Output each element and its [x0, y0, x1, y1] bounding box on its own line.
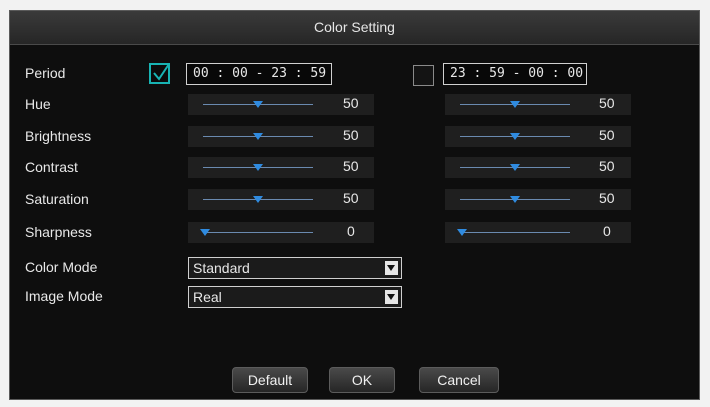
color-mode-value: Standard: [193, 260, 250, 276]
slider-thumb[interactable]: [457, 229, 467, 236]
period2-sharpness-value: 0: [603, 223, 611, 239]
image-mode-value: Real: [193, 289, 222, 305]
period2-saturation-slider[interactable]: 50: [445, 189, 631, 210]
slider-thumb[interactable]: [510, 164, 520, 171]
period2-hue-value: 50: [599, 95, 615, 111]
color-setting-dialog: Color Setting Period Hue Brightness Cont…: [9, 10, 700, 400]
slider-thumb[interactable]: [200, 229, 210, 236]
period2-sharpness-slider[interactable]: 0: [445, 222, 631, 243]
period2-saturation-value: 50: [599, 190, 615, 206]
chevron-down-icon[interactable]: [385, 261, 398, 275]
period2-hue-slider[interactable]: 50: [445, 94, 631, 115]
period1-brightness-slider[interactable]: 50: [188, 126, 374, 147]
slider-thumb[interactable]: [253, 196, 263, 203]
label-saturation: Saturation: [25, 191, 89, 207]
period1-time-input[interactable]: 00 : 00 - 23 : 59: [186, 63, 332, 85]
dialog-title: Color Setting: [10, 11, 699, 45]
label-contrast: Contrast: [25, 159, 78, 175]
period2-time-input[interactable]: 23 : 59 - 00 : 00: [443, 63, 587, 85]
slider-thumb[interactable]: [253, 133, 263, 140]
period2-contrast-slider[interactable]: 50: [445, 157, 631, 178]
period2-checkbox[interactable]: [413, 65, 434, 86]
label-brightness: Brightness: [25, 128, 92, 144]
slider-thumb[interactable]: [253, 164, 263, 171]
label-sharpness: Sharpness: [25, 224, 92, 240]
image-mode-select[interactable]: Real: [188, 286, 402, 308]
period1-checkbox[interactable]: [149, 63, 170, 84]
checkmark-icon: [153, 63, 170, 81]
cancel-button[interactable]: Cancel: [419, 367, 499, 393]
period1-contrast-slider[interactable]: 50: [188, 157, 374, 178]
period1-hue-value: 50: [343, 95, 359, 111]
slider-thumb[interactable]: [510, 101, 520, 108]
period2-brightness-slider[interactable]: 50: [445, 126, 631, 147]
chevron-down-icon[interactable]: [385, 290, 398, 304]
slider-track: [203, 232, 313, 233]
period1-sharpness-value: 0: [347, 223, 355, 239]
label-hue: Hue: [25, 96, 51, 112]
period1-saturation-value: 50: [343, 190, 359, 206]
slider-thumb[interactable]: [510, 196, 520, 203]
period1-brightness-value: 50: [343, 127, 359, 143]
slider-track: [460, 232, 570, 233]
default-button[interactable]: Default: [232, 367, 308, 393]
period1-contrast-value: 50: [343, 158, 359, 174]
color-mode-select[interactable]: Standard: [188, 257, 402, 279]
label-image-mode: Image Mode: [25, 288, 103, 304]
slider-thumb[interactable]: [253, 101, 263, 108]
period2-contrast-value: 50: [599, 158, 615, 174]
label-color-mode: Color Mode: [25, 259, 98, 275]
ok-button[interactable]: OK: [329, 367, 395, 393]
label-period: Period: [25, 65, 66, 81]
period1-hue-slider[interactable]: 50: [188, 94, 374, 115]
period1-sharpness-slider[interactable]: 0: [188, 222, 374, 243]
period1-saturation-slider[interactable]: 50: [188, 189, 374, 210]
period2-brightness-value: 50: [599, 127, 615, 143]
slider-thumb[interactable]: [510, 133, 520, 140]
